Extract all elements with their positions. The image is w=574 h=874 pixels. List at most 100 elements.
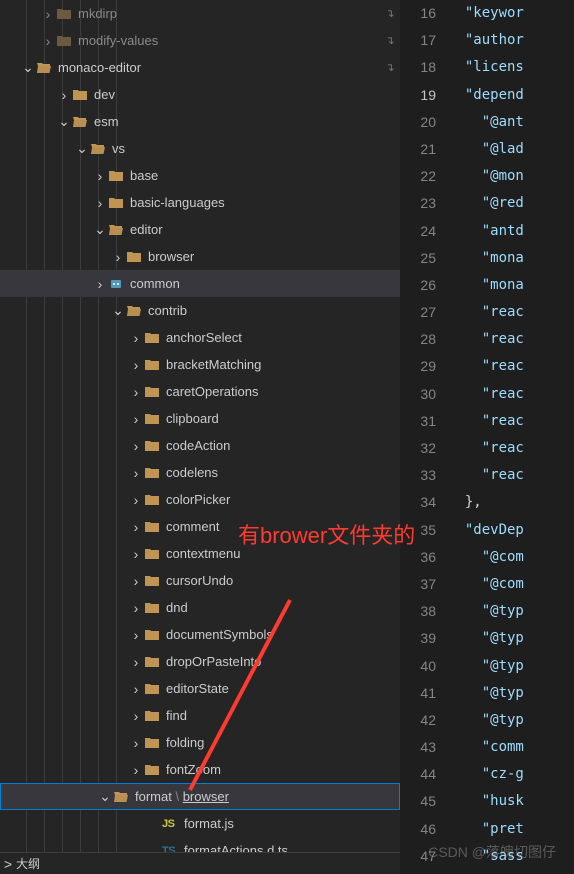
folder-icon [144,385,162,399]
tree-item-vs[interactable]: ⌄ vs [0,135,400,162]
chevron-down-icon[interactable]: ⌄ [20,59,36,76]
chevron-right-icon[interactable]: › [110,249,126,265]
chevron-right-icon[interactable]: › [128,438,144,454]
tree-item-contextmenu[interactable]: › contextmenu [0,540,400,567]
tree-item-mkdirp[interactable]: ›mkdirp↴ [0,0,400,27]
folder-icon [56,34,74,48]
tree-item-label: codeAction [166,438,400,453]
file-explorer[interactable]: ›mkdirp↴›modify-values↴⌄monaco-editor↴›d… [0,0,400,874]
chevron-right-icon[interactable]: › [128,654,144,670]
chevron-right-icon[interactable]: › [92,195,108,211]
tree-item-esm[interactable]: ⌄ esm [0,108,400,135]
chevron-down-icon[interactable]: ⌄ [74,140,90,157]
folder-icon [144,439,162,453]
tree-item-colorPicker[interactable]: › colorPicker [0,486,400,513]
tree-item-folding[interactable]: ›folding [0,729,400,756]
tree-item-label: vs [112,141,400,156]
chevron-right-icon[interactable]: › [128,681,144,697]
tree-item-comment[interactable]: ›comment [0,513,400,540]
folder-icon [126,250,144,264]
folder-icon [144,601,162,615]
chevron-right-icon[interactable]: › [56,87,72,103]
chevron-right-icon[interactable]: › [128,519,144,535]
chevron-right-icon[interactable]: › [128,546,144,562]
chevron-down-icon[interactable]: ⌄ [110,302,126,319]
tree-item-anchorSelect[interactable]: ›anchorSelect [0,324,400,351]
folder-open-icon [108,223,126,237]
chevron-right-icon[interactable]: › [92,276,108,292]
tree-item-editorState[interactable]: ›editorState [0,675,400,702]
tree-item-label: dropOrPasteInto [166,654,400,669]
tree-item-documentSymbols[interactable]: ›documentSymbols [0,621,400,648]
chevron-right-icon[interactable]: › [128,708,144,724]
chevron-right-icon[interactable]: › [92,168,108,184]
code-content[interactable]: "keywor "author "licens "depend "@ant "@… [448,0,574,874]
robot-icon [108,277,126,291]
chevron-right-icon[interactable]: › [128,600,144,616]
tree-item-bracketMatching[interactable]: › bracketMatching [0,351,400,378]
chevron-right-icon[interactable]: › [128,762,144,778]
folder-open-icon [113,790,131,804]
chevron-right-icon: > [0,856,16,872]
tree-item-modify-values[interactable]: ›modify-values↴ [0,27,400,54]
git-decoration-icon: ↴ [380,34,400,47]
tree-item-dev[interactable]: › dev [0,81,400,108]
tree-item-label: bracketMatching [166,357,400,372]
tree-item-contrib[interactable]: ⌄contrib [0,297,400,324]
chevron-right-icon[interactable]: › [40,6,56,22]
folder-open-icon [36,61,54,75]
tree-item-label: browser [148,249,400,264]
tree-item-browser[interactable]: › browser [0,243,400,270]
folder-icon [144,412,162,426]
chevron-right-icon[interactable]: › [128,492,144,508]
tree-item-label: find [166,708,400,723]
tree-item-label: esm [94,114,400,129]
tree-item-label: clipboard [166,411,400,426]
chevron-right-icon[interactable]: › [128,627,144,643]
chevron-down-icon[interactable]: ⌄ [56,113,72,130]
tree-item-caretOperations[interactable]: ›caretOperations [0,378,400,405]
folder-icon [144,493,162,507]
chevron-right-icon[interactable]: › [128,411,144,427]
folder-icon [108,169,126,183]
tree-rename-input[interactable]: ⌄format \ browser [0,783,400,810]
tree-item-base[interactable]: ›base [0,162,400,189]
chevron-right-icon[interactable]: › [128,465,144,481]
tree-item-label: cursorUndo [166,573,400,588]
chevron-right-icon[interactable]: › [128,384,144,400]
tree-item-label: contextmenu [166,546,400,561]
tree-item-format.js[interactable]: JSformat.js [0,810,400,837]
chevron-right-icon[interactable]: › [40,33,56,49]
chevron-right-icon[interactable]: › [128,357,144,373]
folder-open-icon [90,142,108,156]
code-editor[interactable]: 1617181920212223242526272829303132333435… [400,0,574,874]
tree-item-label: mkdirp [78,6,380,21]
tree-item-clipboard[interactable]: › clipboard [0,405,400,432]
tree-item-label: dev [94,87,400,102]
tree-item-fontZoom[interactable]: ›fontZoom [0,756,400,783]
tree-item-cursorUndo[interactable]: › cursorUndo [0,567,400,594]
tree-item-label: common [130,276,400,291]
chevron-down-icon[interactable]: ⌄ [97,788,113,805]
chevron-right-icon[interactable]: › [128,330,144,346]
folder-icon [144,547,162,561]
chevron-down-icon[interactable]: ⌄ [92,221,108,238]
tree-item-label: editor [130,222,400,237]
outline-section[interactable]: > 大纲 [0,852,400,874]
tree-item-codeAction[interactable]: › codeAction [0,432,400,459]
chevron-right-icon[interactable]: › [128,573,144,589]
chevron-right-icon[interactable]: › [128,735,144,751]
tree-item-dnd[interactable]: › dnd [0,594,400,621]
tree-item-editor[interactable]: ⌄ editor [0,216,400,243]
tree-item-find[interactable]: › find [0,702,400,729]
tree-item-codelens[interactable]: ›codelens [0,459,400,486]
tree-item-basic-languages[interactable]: ›basic-languages [0,189,400,216]
folder-icon [108,196,126,210]
tree-item-common[interactable]: › common [0,270,400,297]
tree-item-label: colorPicker [166,492,400,507]
tree-item-dropOrPasteInto[interactable]: › dropOrPasteInto [0,648,400,675]
line-number-gutter: 1617181920212223242526272829303132333435… [400,0,448,874]
tree-item-label: dnd [166,600,400,615]
tree-item-monaco-editor[interactable]: ⌄monaco-editor↴ [0,54,400,81]
folder-icon [144,628,162,642]
